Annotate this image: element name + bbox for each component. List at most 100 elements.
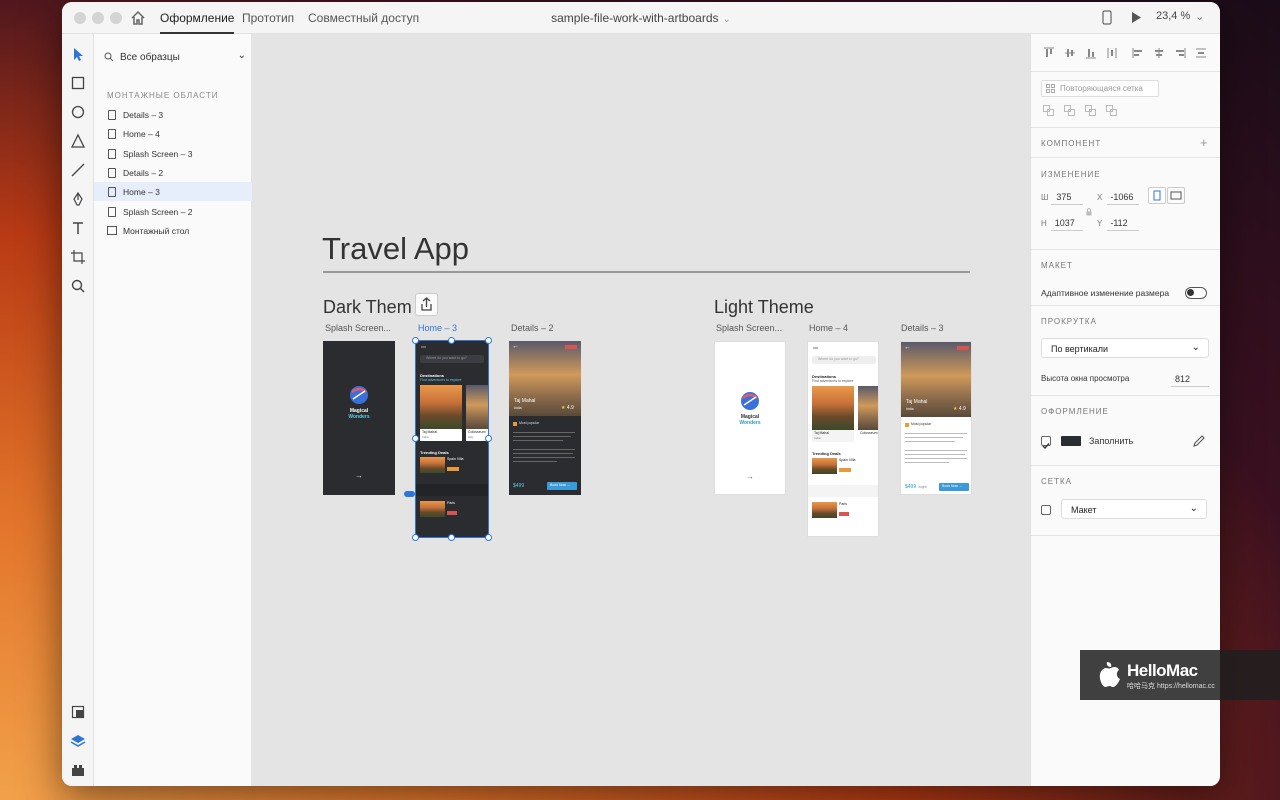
repeat-grid-button[interactable]: Повторяющаяся сетка: [1041, 80, 1159, 97]
resize-handle-tl[interactable]: [412, 337, 419, 344]
align-bottom-icon[interactable]: [1085, 47, 1097, 59]
line-tool-icon[interactable]: [70, 162, 86, 178]
height-field[interactable]: Н 1037: [1041, 218, 1075, 228]
artboard-home-light[interactable]: Where do you want to go? Destinations Fi…: [807, 341, 879, 537]
grid-icon: [1046, 84, 1055, 93]
grid-checkbox[interactable]: [1041, 505, 1051, 515]
artboard-tool-icon[interactable]: [70, 249, 86, 265]
artboard-label-home-4[interactable]: Home – 4: [809, 323, 848, 333]
select-tool-icon[interactable]: [70, 46, 86, 62]
globe-logo-icon: [741, 392, 759, 410]
text-tool-icon[interactable]: [70, 220, 86, 236]
artboard-label-home-3[interactable]: Home – 3: [418, 323, 457, 333]
polygon-tool-icon[interactable]: [70, 133, 86, 149]
resize-handle-r[interactable]: [485, 435, 492, 442]
scroll-dropdown[interactable]: По вертикали ⌄: [1041, 338, 1209, 358]
zoom-chevron-icon[interactable]: ⌄: [1195, 10, 1204, 23]
align-top-icon[interactable]: [1043, 47, 1055, 59]
layer-item-details-3[interactable]: Details – 3: [94, 105, 252, 124]
boolean-intersect-icon[interactable]: [1085, 105, 1096, 116]
grid-type-dropdown[interactable]: Макет ⌄: [1061, 499, 1207, 519]
details-text-line: [905, 454, 965, 455]
component-section: КОМПОНЕНТ +: [1031, 128, 1220, 158]
distribute-horizontal-icon[interactable]: [1195, 47, 1207, 59]
dark-theme-title[interactable]: Dark Them: [323, 297, 412, 318]
device-preview-icon[interactable]: [1102, 10, 1112, 25]
boolean-exclude-icon[interactable]: [1106, 105, 1117, 116]
rectangle-tool-icon[interactable]: [70, 75, 86, 91]
deal2-tag: [839, 512, 849, 516]
align-middle-icon[interactable]: [1064, 47, 1076, 59]
canvas-title[interactable]: Travel App: [322, 231, 469, 267]
y-field[interactable]: Y -112: [1097, 218, 1128, 228]
boolean-add-icon[interactable]: [1043, 105, 1054, 116]
pen-tool-icon[interactable]: [70, 191, 86, 207]
layers-icon[interactable]: [70, 733, 86, 749]
artboard-details-light[interactable]: ← Taj Mahal India ★ 4.9 Most popular $49…: [900, 341, 972, 495]
light-theme-title[interactable]: Light Theme: [714, 297, 814, 318]
splash-next-arrow: →: [746, 472, 754, 481]
artboard-label-splash-3[interactable]: Splash Screen...: [716, 323, 782, 333]
zoom-level[interactable]: 23,4 %: [1156, 10, 1190, 22]
artboard-splash-dark[interactable]: Magical Wonders →: [323, 341, 395, 495]
align-right-icon[interactable]: [1174, 47, 1186, 59]
resize-handle-bl[interactable]: [412, 534, 419, 541]
layer-item-splash-2[interactable]: Splash Screen – 2: [94, 202, 252, 221]
align-center-icon[interactable]: [1153, 47, 1165, 59]
viewport-height-value[interactable]: 812: [1175, 374, 1190, 384]
plugins-icon[interactable]: [70, 762, 86, 778]
resize-handle-br[interactable]: [485, 534, 492, 541]
menu-lines: [813, 347, 818, 349]
document-title[interactable]: sample-file-work-with-artboards ⌄: [62, 11, 1220, 25]
responsive-resize-toggle[interactable]: [1185, 287, 1207, 299]
align-left-icon[interactable]: [1132, 47, 1144, 59]
layout-label: МАКЕТ: [1041, 261, 1073, 270]
artboard-label-details-3[interactable]: Details – 3: [901, 323, 944, 333]
artboard-icon: [108, 168, 116, 178]
artboard-label-details-2[interactable]: Details – 2: [511, 323, 554, 333]
layer-item-splash-3[interactable]: Splash Screen – 3: [94, 144, 252, 163]
component-label: КОМПОНЕНТ: [1041, 139, 1102, 148]
lock-aspect-icon[interactable]: [1086, 208, 1092, 216]
layer-item-label: Home – 4: [123, 129, 160, 139]
resize-handle-b[interactable]: [448, 534, 455, 541]
portrait-orientation-button[interactable]: [1148, 187, 1166, 204]
samples-dropdown[interactable]: Все образцы ⌄: [104, 48, 246, 68]
layer-item-home-4[interactable]: Home – 4: [94, 124, 252, 143]
y-underline: [1107, 230, 1139, 231]
share-button[interactable]: [415, 293, 438, 316]
scroll-section: ПРОКРУТКА По вертикали ⌄ Высота окна про…: [1031, 306, 1220, 396]
boolean-subtract-icon[interactable]: [1064, 105, 1075, 116]
ellipse-tool-icon[interactable]: [70, 104, 86, 120]
artboard-label-splash-2[interactable]: Splash Screen...: [325, 323, 391, 333]
height-key: Н: [1041, 219, 1047, 228]
add-component-icon[interactable]: +: [1200, 135, 1208, 150]
fill-checkbox[interactable]: [1041, 436, 1051, 450]
back-arrow-icon: ←: [904, 344, 911, 351]
layer-item-home-3[interactable]: Home – 3: [94, 182, 252, 201]
x-field[interactable]: X -1066: [1097, 192, 1133, 202]
layer-item-details-2[interactable]: Details – 2: [94, 163, 252, 182]
most-popular-label: Most popular: [911, 422, 932, 426]
chevron-down-icon: ⌄: [1191, 342, 1200, 353]
design-canvas[interactable]: Travel App Dark Them Light Theme Splash …: [252, 34, 1030, 786]
star-icon: ★: [561, 405, 566, 411]
distribute-vertical-icon[interactable]: [1106, 47, 1118, 59]
play-icon[interactable]: [1130, 11, 1142, 24]
eyedropper-icon[interactable]: [1193, 435, 1205, 447]
layer-item-pasteboard[interactable]: Монтажный стол: [94, 221, 252, 240]
zoom-tool-icon[interactable]: [70, 278, 86, 294]
trending-heading: Trending Deals: [812, 451, 841, 456]
artboard-splash-light[interactable]: Magical Wonders →: [714, 341, 786, 495]
scroll-marker[interactable]: [404, 491, 415, 497]
resize-handle-l[interactable]: [412, 435, 419, 442]
x-underline: [1107, 204, 1139, 205]
resize-handle-tr[interactable]: [485, 337, 492, 344]
star-icon: ★: [953, 406, 958, 412]
artboard-details-dark[interactable]: ← Taj Mahal India ★ 4.9 Most popular $49…: [509, 341, 581, 495]
landscape-orientation-button[interactable]: [1167, 187, 1185, 204]
width-field[interactable]: Ш 375: [1041, 192, 1071, 202]
resize-handle-t[interactable]: [448, 337, 455, 344]
assets-icon[interactable]: [70, 704, 86, 720]
fill-color-swatch[interactable]: [1061, 436, 1081, 446]
